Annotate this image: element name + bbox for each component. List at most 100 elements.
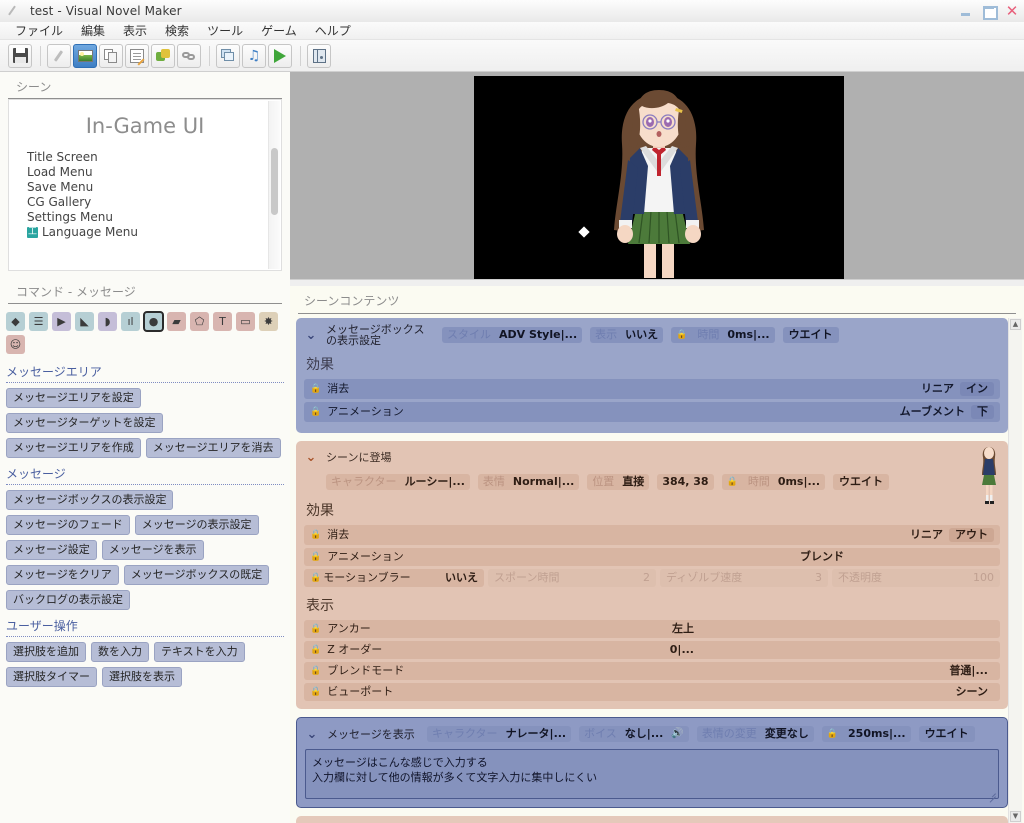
menu-view[interactable]: 表示 bbox=[114, 21, 156, 40]
field-duration[interactable]: 🔒 時間 0ms|... bbox=[721, 474, 826, 490]
plugin-button[interactable] bbox=[151, 43, 175, 68]
chevron-down-icon[interactable]: ⌄ bbox=[304, 451, 318, 464]
screen-icon[interactable]: ▭ bbox=[236, 312, 255, 331]
command-block-show-message[interactable]: ⌄ メッセージを表示 キャラクター ナレータ|... ボイス なし|... 🔊 … bbox=[296, 717, 1008, 808]
field-character[interactable]: キャラクター ルーシー|... bbox=[326, 474, 470, 490]
cmd-message-settings[interactable]: メッセージ設定 bbox=[6, 540, 97, 560]
prop-row-blend-mode[interactable]: 🔒 ブレンドモード 普通|... bbox=[304, 662, 1000, 680]
scroll-up-arrow-icon[interactable]: ▲ bbox=[1010, 319, 1021, 330]
tag-wait[interactable]: ウエイト bbox=[918, 726, 975, 742]
subfield-spawn-time[interactable]: スポーン時間 2 bbox=[488, 569, 656, 587]
scene-item-language-menu[interactable]: 工 Language Menu bbox=[27, 225, 281, 240]
scene-item-cg-gallery[interactable]: CG Gallery bbox=[27, 195, 281, 210]
cmd-message-display-settings[interactable]: メッセージの表示設定 bbox=[134, 515, 259, 535]
menu-edit[interactable]: 編集 bbox=[72, 21, 114, 40]
preview-canvas[interactable] bbox=[474, 76, 844, 282]
cmd-message-fade[interactable]: メッセージのフェード bbox=[6, 515, 130, 535]
character-sprite[interactable] bbox=[564, 82, 754, 282]
flow-diamond-icon[interactable]: ◆ bbox=[6, 312, 25, 331]
cmd-set-message-area[interactable]: メッセージエリアを設定 bbox=[6, 388, 141, 408]
script-button[interactable] bbox=[125, 43, 149, 68]
cmd-message-box-default[interactable]: メッセージボックスの既定 bbox=[123, 565, 270, 585]
save-button[interactable] bbox=[8, 43, 32, 68]
prop-tag[interactable]: アウト bbox=[949, 528, 994, 542]
scroll-down-arrow-icon[interactable]: ▼ bbox=[1010, 811, 1021, 822]
speaker-icon[interactable]: ◗ bbox=[98, 312, 117, 331]
scene-item-load-menu[interactable]: Load Menu bbox=[27, 165, 281, 180]
subfield-opacity[interactable]: 不透明度 100 bbox=[832, 569, 1000, 587]
movie-icon[interactable]: ▶ bbox=[52, 312, 71, 331]
field-voice[interactable]: ボイス なし|... 🔊 bbox=[579, 726, 689, 742]
scene-item-title-screen[interactable]: Title Screen bbox=[27, 150, 281, 165]
field-expression-change[interactable]: 表情の変更 変更なし bbox=[696, 726, 814, 742]
scene-tree[interactable]: In-Game UI Title Screen Load Menu Save M… bbox=[8, 99, 282, 271]
scene-scrollbar-thumb[interactable] bbox=[271, 148, 278, 216]
field-coordinates[interactable]: 384, 38 bbox=[657, 474, 714, 490]
scene-button[interactable] bbox=[73, 43, 97, 68]
minimize-button[interactable] bbox=[958, 3, 974, 19]
field-style[interactable]: スタイル ADV Style|... bbox=[442, 327, 583, 343]
menu-search[interactable]: 検索 bbox=[156, 21, 198, 40]
field-duration[interactable]: 🔒 250ms|... bbox=[821, 726, 911, 742]
field-character[interactable]: キャラクター ナレータ|... bbox=[427, 726, 572, 742]
scene-preview[interactable] bbox=[290, 72, 1024, 286]
cmd-show-message[interactable]: メッセージを表示 bbox=[101, 540, 204, 560]
field-expression[interactable]: 表情 Normal|... bbox=[477, 474, 580, 490]
prop-tag[interactable]: イン bbox=[960, 382, 994, 396]
cmd-message-box-display-settings[interactable]: メッセージボックスの表示設定 bbox=[6, 490, 174, 510]
prop-row-animation[interactable]: 🔒 アニメーション ブレンド bbox=[304, 548, 1000, 566]
menu-file[interactable]: ファイル bbox=[6, 21, 72, 40]
prop-row-erase[interactable]: 🔒 消去 リニア アウト bbox=[304, 525, 1000, 545]
subfield-dissolve-speed[interactable]: ディゾルブ速度 3 bbox=[660, 569, 828, 587]
copy-button[interactable] bbox=[99, 43, 123, 68]
contents-scrollbar[interactable]: ▲ ▼ bbox=[1008, 318, 1022, 823]
cmd-input-text[interactable]: テキストを入力 bbox=[154, 642, 245, 662]
tag-wait[interactable]: ウエイト bbox=[782, 327, 839, 343]
chevron-down-icon[interactable]: ⌄ bbox=[305, 728, 319, 741]
cmd-set-message-target[interactable]: メッセージターゲットを設定 bbox=[6, 413, 163, 433]
cmd-choice-timer[interactable]: 選択肢タイマー bbox=[6, 667, 97, 687]
resize-grip-icon[interactable] bbox=[988, 789, 996, 797]
command-block-shake-character[interactable]: ❯ キャラクターを揺らす bbox=[296, 816, 1008, 823]
clapperboard-icon[interactable]: ◣ bbox=[75, 312, 94, 331]
prop-tag[interactable]: 下 bbox=[971, 405, 994, 419]
link-button[interactable] bbox=[177, 43, 201, 68]
smiley-icon[interactable]: ☺ bbox=[6, 335, 25, 354]
message-text-input[interactable]: メッセージはこんな感じで入力する 入力欄に対して他の情報が多くて文字入力に集中し… bbox=[305, 749, 999, 799]
chevron-down-icon[interactable]: ⌄ bbox=[304, 329, 318, 342]
speech-bubble-icon[interactable]: ● bbox=[143, 311, 164, 332]
cmd-add-choice[interactable]: 選択肢を追加 bbox=[6, 642, 86, 662]
prop-row-z-order[interactable]: 🔒 Z オーダー 0|... bbox=[304, 641, 1000, 659]
command-block-appear-in-scene[interactable]: ⌄ シーンに登場 キャラクター ルーシー|... 表情 Normal|... 位… bbox=[296, 441, 1008, 709]
play-button[interactable] bbox=[268, 43, 292, 68]
cmd-erase-message-area[interactable]: メッセージエリアを消去 bbox=[145, 438, 281, 458]
close-button[interactable]: ✕ bbox=[1004, 3, 1020, 19]
prop-row-animation[interactable]: 🔒 アニメーション ムーブメント 下 bbox=[304, 402, 1000, 422]
pencil-button[interactable] bbox=[47, 43, 71, 68]
cmd-clear-message[interactable]: メッセージをクリア bbox=[6, 565, 119, 585]
scene-item-save-menu[interactable]: Save Menu bbox=[27, 180, 281, 195]
resource-button[interactable] bbox=[216, 43, 240, 68]
cmd-show-choices[interactable]: 選択肢を表示 bbox=[102, 667, 182, 687]
database-button[interactable] bbox=[307, 43, 331, 68]
scene-item-settings-menu[interactable]: Settings Menu bbox=[27, 210, 281, 225]
prop-row-anchor[interactable]: 🔒 アンカー 左上 bbox=[304, 620, 1000, 638]
sound-wave-icon[interactable]: ıl bbox=[121, 312, 140, 331]
picture-icon[interactable]: ▰ bbox=[167, 312, 186, 331]
scene-scrollbar[interactable] bbox=[268, 101, 280, 269]
prop-row-erase[interactable]: 🔒 消去 リニア イン bbox=[304, 379, 1000, 399]
field-position[interactable]: 位置 直接 bbox=[587, 474, 650, 490]
menu-tools[interactable]: ツール bbox=[198, 21, 252, 40]
shape-icon[interactable]: ⬠ bbox=[190, 312, 209, 331]
gear-icon[interactable]: ✸ bbox=[259, 312, 278, 331]
cmd-create-message-area[interactable]: メッセージエリアを作成 bbox=[6, 438, 141, 458]
audio-button[interactable]: ♫ bbox=[242, 43, 266, 68]
maximize-button[interactable] bbox=[981, 3, 998, 20]
motion-blur-field[interactable]: 🔒 モーションブラー いいえ bbox=[304, 569, 484, 587]
command-block-message-box-display-settings[interactable]: ⌄ メッセージボックスの表示設定 スタイル ADV Style|... 表示 い… bbox=[296, 318, 1008, 433]
tag-wait[interactable]: ウエイト bbox=[833, 474, 890, 490]
menu-game[interactable]: ゲーム bbox=[252, 21, 306, 40]
cmd-input-number[interactable]: 数を入力 bbox=[91, 642, 149, 662]
cmd-backlog-display-settings[interactable]: バックログの表示設定 bbox=[6, 590, 130, 610]
list-lines-icon[interactable]: ☰ bbox=[29, 312, 48, 331]
